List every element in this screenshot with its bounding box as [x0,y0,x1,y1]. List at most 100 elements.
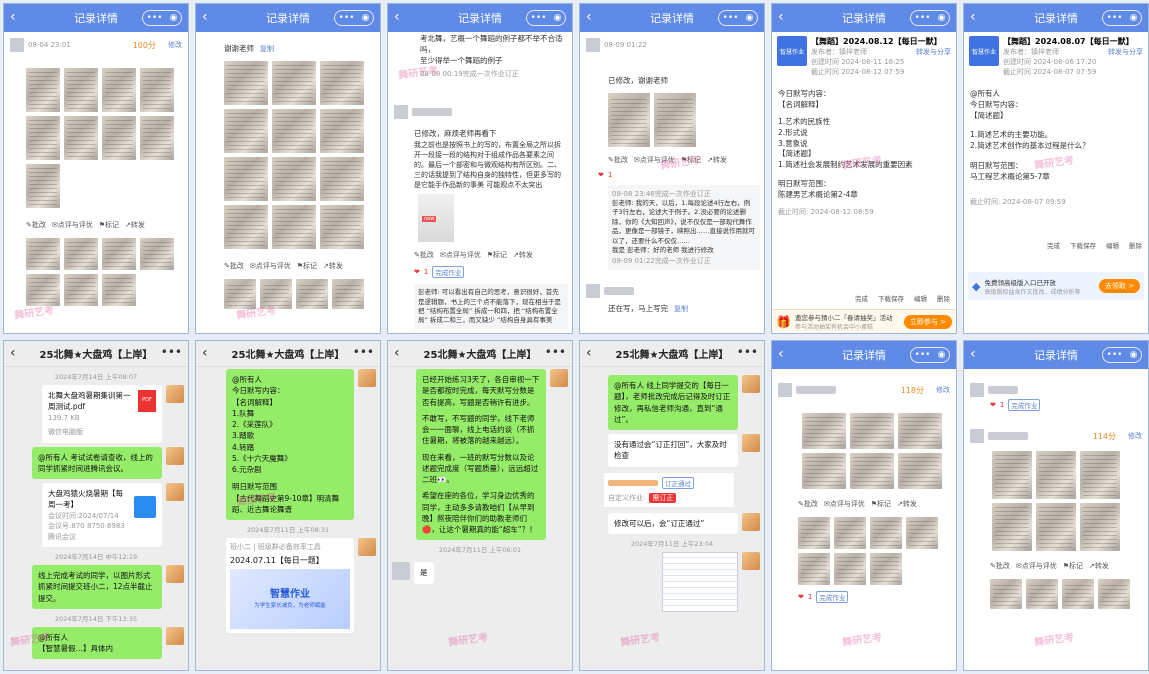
image-thumb[interactable] [26,164,60,208]
image-thumb[interactable] [102,68,136,112]
image-thumb[interactable] [320,204,364,249]
capsule-menu[interactable]: ••• ◉ [910,10,950,26]
annotate-button[interactable]: ✎批改 [414,250,434,260]
join-button[interactable]: 立即参与 > [903,314,952,329]
image-thumb[interactable] [798,553,830,585]
image-thumb[interactable] [802,453,846,489]
image-thumb[interactable] [1026,579,1058,609]
image-thumb[interactable] [1080,503,1120,551]
complete-button[interactable]: 完成 [855,293,868,303]
claim-button[interactable]: 去领取 > [1098,279,1140,293]
image-thumb[interactable] [26,238,60,270]
capsule-menu[interactable]: ••• ◉ [526,10,566,26]
edit-link[interactable]: 修改 [936,385,950,395]
image-thumb[interactable] [608,93,650,147]
image-thumb[interactable] [850,413,894,449]
annotate-button[interactable]: ✎批改 [26,220,46,230]
image-thumb[interactable] [224,108,268,153]
image-thumb[interactable] [990,579,1022,609]
capsule-menu[interactable]: ••• ◉ [1102,347,1142,363]
image-thumb[interactable] [296,278,328,309]
mark-button[interactable]: ⚑标记 [297,261,317,271]
back-icon[interactable]: ‹ [778,9,784,25]
image-thumb[interactable] [272,204,316,249]
image-thumb[interactable] [272,60,316,105]
image-thumb[interactable] [1036,503,1076,551]
image-thumb[interactable] [320,156,364,201]
comment-button[interactable]: ✉点评与评优 [52,220,93,230]
annotate-button[interactable]: ✎批改 [224,261,244,271]
more-icon[interactable]: ••• [723,13,739,23]
back-icon[interactable]: ‹ [394,345,400,361]
image-thumb[interactable] [140,116,174,160]
image-thumb[interactable] [224,156,268,201]
meeting-card[interactable]: 大盘鸡猿火烧暑期【每周一考】 会议时间:2024/07/14 会议号:870 8… [42,483,162,547]
more-icon[interactable]: ••• [545,345,566,359]
image-thumb[interactable] [798,517,830,549]
capsule-menu[interactable]: ••• ◉ [718,10,758,26]
target-icon[interactable]: ◉ [1130,350,1138,360]
comment-button[interactable]: ✉点评与评优 [440,250,481,260]
image-thumb[interactable] [870,553,902,585]
more-icon[interactable]: ••• [915,13,931,23]
mini-program-card[interactable]: 班小二 | 班级群必备效率工具 2024.07.11【每日一题】 智慧作业 为学… [226,538,354,633]
image-thumb[interactable] [102,116,136,160]
table-image[interactable] [662,551,738,612]
delete-button[interactable]: 删除 [1129,240,1142,250]
back-icon[interactable]: ‹ [970,9,976,25]
copy-link[interactable]: 复制 [674,304,688,314]
image-thumb[interactable] [834,553,866,585]
more-icon[interactable]: ••• [353,345,374,359]
more-icon[interactable]: ••• [737,345,758,359]
more-icon[interactable]: ••• [531,13,547,23]
capsule-menu[interactable]: ••• ◉ [910,347,950,363]
document-thumb[interactable]: new [418,194,454,243]
back-icon[interactable]: ‹ [10,9,16,25]
target-icon[interactable]: ◉ [170,13,178,23]
back-icon[interactable]: ‹ [10,345,16,361]
image-thumb[interactable] [906,517,938,549]
edit-link[interactable]: 修改 [168,40,182,50]
mark-button[interactable]: ⚑标记 [681,155,701,165]
image-thumb[interactable] [870,517,902,549]
mark-button[interactable]: ⚑标记 [1063,561,1083,571]
image-thumb[interactable] [1080,451,1120,499]
mark-button[interactable]: ⚑标记 [487,250,507,260]
image-thumb[interactable] [1062,579,1094,609]
image-thumb[interactable] [26,274,60,306]
back-icon[interactable]: ‹ [202,9,208,25]
capsule-menu[interactable]: ••• ◉ [334,10,374,26]
image-thumb[interactable] [224,60,268,105]
image-thumb[interactable] [898,413,942,449]
more-icon[interactable]: ••• [147,13,163,23]
target-icon[interactable]: ◉ [746,13,754,23]
image-thumb[interactable] [64,274,98,306]
image-thumb[interactable] [802,413,846,449]
annotate-button[interactable]: ✎批改 [990,561,1010,571]
image-thumb[interactable] [834,517,866,549]
image-thumb[interactable] [64,68,98,112]
image-thumb[interactable] [64,116,98,160]
image-thumb[interactable] [1036,451,1076,499]
image-thumb[interactable] [850,453,894,489]
comment-button[interactable]: ✉点评与评优 [1016,561,1057,571]
share-button[interactable]: 转发与分享 [916,47,951,57]
download-button[interactable]: 下载保存 [1070,240,1096,250]
image-thumb[interactable] [332,278,364,309]
more-icon[interactable]: ••• [915,350,931,360]
image-thumb[interactable] [272,108,316,153]
forward-button[interactable]: ↗转发 [513,250,533,260]
back-icon[interactable]: ‹ [586,345,592,361]
file-card[interactable]: 北舞大盘鸡暑期集训第一周测试.pdf 139.7 KB 微信电脑版 PDF [42,385,162,443]
back-icon[interactable]: ‹ [970,346,976,362]
image-thumb[interactable] [64,238,98,270]
more-icon[interactable]: ••• [1107,13,1123,23]
image-thumb[interactable] [992,451,1032,499]
image-thumb[interactable] [102,274,136,306]
delete-button[interactable]: 删除 [937,293,950,303]
forward-button[interactable]: ↗转发 [1089,561,1109,571]
forward-button[interactable]: ↗转发 [897,499,917,509]
more-icon[interactable]: ••• [161,345,182,359]
image-thumb[interactable] [26,116,60,160]
capsule-menu[interactable]: ••• ◉ [142,10,182,26]
